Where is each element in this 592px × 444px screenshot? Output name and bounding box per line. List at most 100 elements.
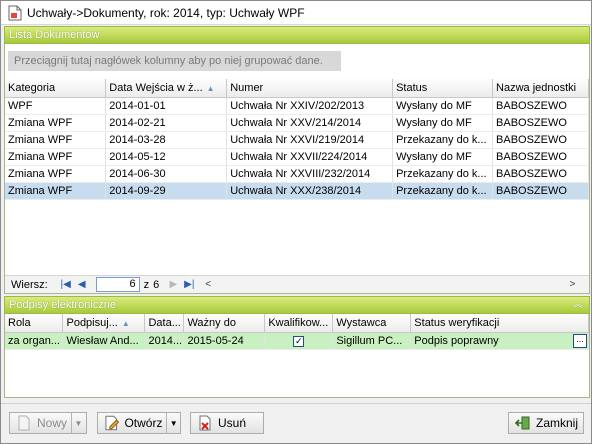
table-row[interactable]: Zmiana WPF 2014-02-21 Uchwała Nr XXV/214/2…: [5, 114, 589, 132]
documents-panel-header: Lista Dokumentów: [4, 26, 590, 44]
cell-status: Wysłany do MF: [392, 148, 494, 166]
new-button[interactable]: Nowy ▼: [9, 412, 87, 434]
document-icon: [8, 5, 22, 20]
delete-button[interactable]: Usuń: [190, 412, 264, 434]
previous-page-icon[interactable]: ◀: [74, 279, 90, 290]
documents-grid-viewport: Kategoria Data Wejścia w ż... ▲ Numer Sta…: [5, 79, 589, 273]
cell-numer: Uchwała Nr XXX/238/2014: [226, 182, 394, 200]
cell-kategoria: Zmiana WPF: [5, 165, 107, 183]
main-window: Uchwały->Dokumenty, rok: 2014, typ: Uchw…: [0, 0, 592, 444]
signature-kwalifikowany-cell: ✓: [264, 332, 334, 350]
cell-numer: Uchwała Nr XXV/214/2014: [226, 114, 394, 132]
column-header-data-wejscia[interactable]: Data Wejścia w ż... ▲: [105, 79, 228, 98]
open-button[interactable]: Otwórz ▼: [97, 412, 181, 434]
first-page-icon[interactable]: |◀: [58, 279, 74, 290]
signatures-panel-header[interactable]: Podpisy elektroniczne ︽: [4, 296, 590, 314]
details-button[interactable]: ...: [573, 333, 587, 348]
open-dropdown-arrow-icon[interactable]: ▼: [166, 413, 180, 433]
cell-kategoria: Zmiana WPF: [5, 131, 107, 149]
qualified-checkbox[interactable]: ✓: [293, 335, 305, 347]
documents-table: Kategoria Data Wejścia w ż... ▲ Numer Sta…: [5, 79, 589, 200]
cell-nazwa-jednostki: BABOSZEWO: [492, 182, 589, 200]
cell-data-wejscia: 2014-09-29: [105, 182, 228, 200]
table-row[interactable]: Zmiana WPF 2014-05-12 Uchwała Nr XXVII/224…: [5, 148, 589, 166]
column-header-numer[interactable]: Numer: [226, 79, 394, 98]
title-bar: Uchwały->Dokumenty, rok: 2014, typ: Uchw…: [1, 1, 591, 25]
cell-numer: Uchwała Nr XXVII/224/2014: [226, 148, 394, 166]
cell-kategoria: WPF: [5, 97, 107, 115]
signature-status: Podpis poprawny: [414, 334, 499, 347]
signature-wazny-do: 2015-05-24: [183, 332, 266, 350]
table-row[interactable]: Zmiana WPF 2014-06-30 Uchwała Nr XXVIII/23…: [5, 165, 589, 183]
column-header-data[interactable]: Data...: [144, 314, 185, 333]
cell-kategoria: Zmiana WPF: [5, 182, 107, 200]
last-page-icon[interactable]: ▶|: [181, 279, 197, 290]
group-by-area[interactable]: Przeciągnij tutaj nagłówek kolumny aby p…: [5, 44, 589, 80]
cell-numer: Uchwała Nr XXIV/202/2013: [226, 97, 394, 115]
cell-data-wejscia: 2014-02-21: [105, 114, 228, 132]
table-row[interactable]: WPF 2014-01-01 Uchwała Nr XXIV/202/2013 Wys…: [5, 97, 589, 115]
column-header-wazny-do[interactable]: Ważny do: [183, 314, 266, 333]
cell-nazwa-jednostki: BABOSZEWO: [492, 97, 589, 115]
table-row[interactable]: Zmiana WPF 2014-09-29 Uchwała Nr XXX/238/2…: [5, 182, 589, 200]
cell-nazwa-jednostki: BABOSZEWO: [492, 114, 589, 132]
cell-status: Przekazany do k...: [392, 131, 494, 149]
window-title: Uchwały->Dokumenty, rok: 2014, typ: Uchw…: [27, 5, 305, 20]
cell-nazwa-jednostki: BABOSZEWO: [492, 165, 589, 183]
cell-data-wejscia: 2014-06-30: [105, 165, 228, 183]
collapse-icon[interactable]: ︽: [573, 297, 583, 313]
cell-data-wejscia: 2014-03-28: [105, 131, 228, 149]
pager-total: 6: [153, 278, 160, 291]
cell-data-wejscia: 2014-05-12: [105, 148, 228, 166]
signature-podpisujacy: Wiesław And...: [62, 332, 146, 350]
cell-status: Przekazany do k...: [392, 165, 494, 183]
delete-document-icon: [199, 415, 211, 431]
signature-data: 2014...: [144, 332, 185, 350]
toolbar-divider: [1, 403, 591, 404]
horizontal-scrollbar[interactable]: < >: [205, 278, 575, 292]
cell-kategoria: Zmiana WPF: [5, 148, 107, 166]
cell-status: Przekazany do k...: [392, 182, 494, 200]
new-document-icon: [18, 415, 30, 431]
new-dropdown-arrow-icon[interactable]: ▼: [71, 413, 85, 433]
column-header-kwalifikowany[interactable]: Kwalifikow...: [264, 314, 334, 333]
column-header-nazwa-jednostki[interactable]: Nazwa jednostki: [492, 79, 589, 98]
column-header-wystawca[interactable]: Wystawca: [332, 314, 412, 333]
column-header-status[interactable]: Status: [392, 79, 494, 98]
scroll-right-icon[interactable]: >: [569, 279, 575, 290]
signature-row[interactable]: za organ... Wiesław And... 2014... 2015-…: [5, 332, 589, 350]
cell-numer: Uchwała Nr XXVI/219/2014: [226, 131, 394, 149]
signatures-panel-title: Podpisy elektroniczne: [9, 299, 117, 311]
cell-status: Wysłany do MF: [392, 114, 494, 132]
cell-kategoria: Zmiana WPF: [5, 114, 107, 132]
open-button-label: Otwórz: [124, 416, 163, 430]
edit-document-icon: [105, 415, 120, 431]
delete-button-label: Usuń: [218, 416, 247, 430]
table-row[interactable]: Zmiana WPF 2014-03-28 Uchwała Nr XXVI/219/…: [5, 131, 589, 149]
pager-of-label: z: [143, 278, 150, 291]
close-button[interactable]: Zamknij: [508, 412, 584, 434]
page-number-input[interactable]: 6: [95, 277, 140, 292]
pager: Wiersz: |◀ ◀ 6 z 6 ▶ ▶| < >: [5, 275, 589, 293]
signature-wystawca: Sigillum PC...: [332, 332, 412, 350]
cell-nazwa-jednostki: BABOSZEWO: [492, 148, 589, 166]
sort-ascending-icon: ▲: [121, 318, 130, 328]
scroll-left-icon[interactable]: <: [205, 279, 211, 290]
column-header-status-weryfikacji[interactable]: Status weryfikacji: [410, 314, 589, 333]
signature-status-cell: Podpis poprawny ...: [410, 332, 589, 350]
close-button-label: Zamknij: [536, 416, 579, 430]
documents-panel-title: Lista Dokumentów: [9, 29, 100, 41]
next-page-icon[interactable]: ▶: [165, 279, 181, 290]
column-header-rola[interactable]: Rola: [5, 314, 64, 333]
pager-label: Wiersz:: [11, 278, 48, 291]
cell-numer: Uchwała Nr XXVIII/232/2014: [226, 165, 394, 183]
cell-nazwa-jednostki: BABOSZEWO: [492, 131, 589, 149]
signature-rola: za organ...: [5, 332, 64, 350]
cell-status: Wysłany do MF: [392, 97, 494, 115]
cell-data-wejscia: 2014-01-01: [105, 97, 228, 115]
signatures-panel: Rola Podpisuj... ▲ Data... Ważny do Kwali…: [4, 314, 590, 398]
group-by-hint: Przeciągnij tutaj nagłówek kolumny aby p…: [8, 51, 341, 71]
column-header-podpisujacy[interactable]: Podpisuj... ▲: [62, 314, 146, 333]
documents-panel: Przeciągnij tutaj nagłówek kolumny aby p…: [4, 44, 590, 294]
column-header-kategoria[interactable]: Kategoria: [5, 79, 107, 98]
